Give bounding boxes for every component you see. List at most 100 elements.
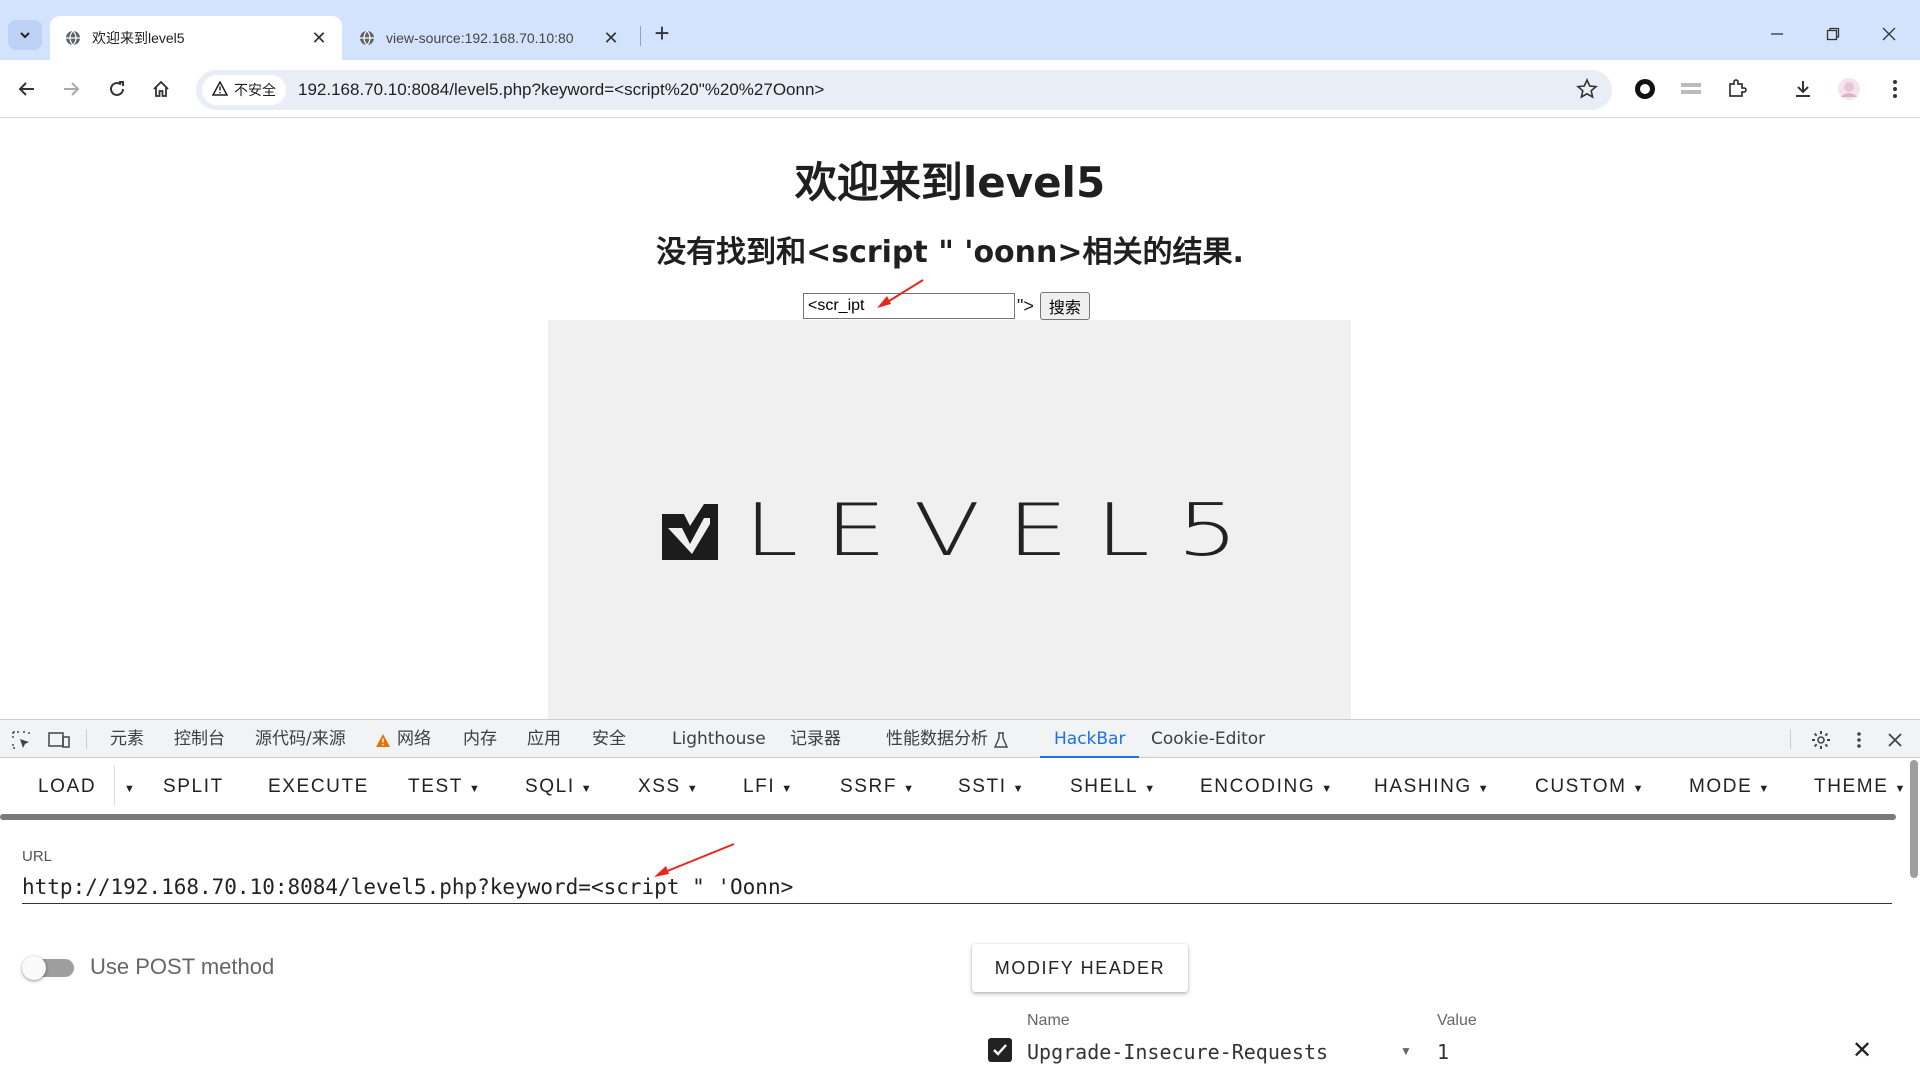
divider: [114, 766, 115, 806]
search-form: "> 搜索: [803, 291, 1090, 321]
hackbar-encoding-menu[interactable]: ENCODING ▼: [1200, 758, 1334, 814]
url-text[interactable]: 192.168.70.10:8084/level5.php?keyword=<s…: [298, 80, 824, 100]
menu-label: SHELL: [1070, 776, 1139, 797]
globe-icon: [64, 29, 82, 47]
caret-down-icon: ▼: [903, 783, 916, 795]
record-extension-icon[interactable]: [1630, 74, 1660, 104]
profile-avatar-icon[interactable]: [1834, 74, 1864, 104]
menu-label: TEST: [408, 776, 463, 797]
tab-network[interactable]: 网络: [397, 720, 431, 758]
tab-recorder[interactable]: 记录器: [790, 720, 841, 758]
reload-icon[interactable]: [100, 72, 134, 106]
download-icon[interactable]: [1788, 74, 1818, 104]
caret-down-icon: ▼: [1758, 783, 1771, 795]
menu-label: MODE: [1689, 776, 1753, 797]
menu-label: XSS: [638, 776, 681, 797]
tab-console[interactable]: 控制台: [174, 720, 225, 758]
caret-down-icon: ▼: [1477, 783, 1491, 795]
tab-hackbar[interactable]: HackBar: [1040, 720, 1140, 758]
settings-gear-icon[interactable]: [1810, 729, 1832, 751]
reflected-text: ">: [1017, 295, 1034, 316]
header-enabled-checkbox[interactable]: [988, 1038, 1012, 1062]
hackbar-execute-button[interactable]: EXECUTE: [268, 758, 369, 814]
hackbar-load-button[interactable]: LOAD: [38, 758, 96, 814]
caret-down-icon: ▼: [1321, 783, 1334, 795]
home-icon[interactable]: [144, 72, 178, 106]
caret-down-icon[interactable]: ▼: [1400, 1044, 1412, 1058]
page-title: 欢迎来到level5: [794, 158, 1106, 207]
hackbar-mode-menu[interactable]: MODE ▼: [1689, 758, 1771, 814]
close-tab-icon[interactable]: ✕: [602, 28, 620, 49]
tab-level5[interactable]: 欢迎来到level5 ✕: [50, 16, 342, 60]
header-value-input[interactable]: 1: [1437, 1040, 1449, 1064]
search-button[interactable]: 搜索: [1039, 292, 1090, 320]
caret-down-icon: ▼: [781, 783, 794, 795]
tab-view-source[interactable]: view-source:192.168.70.10:80 ✕: [344, 16, 634, 60]
hackbar-hashing-menu[interactable]: HASHING ▼: [1374, 758, 1490, 814]
menu-label: THEME: [1814, 776, 1889, 797]
menu-label: CUSTOM: [1535, 776, 1627, 797]
kebab-menu-icon[interactable]: [1880, 74, 1910, 104]
header-name-input[interactable]: Upgrade-Insecure-Requests: [1027, 1040, 1407, 1064]
flask-icon: [992, 729, 1010, 751]
new-tab-button[interactable]: +: [648, 20, 676, 48]
devtools-panel: 元素 控制台 源代码/来源 网络 内存 应用 安全 Lighthouse 记录器…: [0, 719, 1920, 1064]
hackbar-test-menu[interactable]: TEST ▼: [408, 758, 481, 814]
tab-sources[interactable]: 源代码/来源: [255, 720, 346, 758]
level5-logo-text: LEVEL5: [744, 488, 1266, 572]
extensions-puzzle-icon[interactable]: [1722, 74, 1752, 104]
hackbar-sqli-menu[interactable]: SQLI ▼: [525, 758, 593, 814]
post-method-toggle[interactable]: [22, 956, 74, 980]
hackbar-scrollbar[interactable]: [1910, 760, 1918, 878]
level5-logo-mark: [662, 504, 718, 560]
hackbar-ssrf-menu[interactable]: SSRF ▼: [840, 758, 916, 814]
hackbar-extension-icon[interactable]: [1676, 74, 1706, 104]
keyword-input[interactable]: [803, 293, 1015, 319]
level5-banner-image: LEVEL5: [548, 320, 1351, 719]
tab-separator: [640, 26, 641, 46]
checkmark-icon: [993, 1044, 1007, 1056]
restore-icon[interactable]: [1810, 18, 1856, 50]
caret-down-icon: ▼: [1012, 783, 1026, 795]
close-tab-icon[interactable]: ✕: [310, 28, 328, 49]
tab-security[interactable]: 安全: [592, 720, 626, 758]
devtools-menu-icon[interactable]: [1848, 729, 1870, 751]
address-bar[interactable]: 不安全 192.168.70.10:8084/level5.php?keywor…: [196, 70, 1612, 110]
hackbar-menu: LOAD ▼ SPLIT EXECUTE TEST ▼ SQLI ▼ XSS ▼ LF…: [0, 758, 1905, 814]
close-window-icon[interactable]: [1866, 18, 1912, 50]
security-chip[interactable]: 不安全: [202, 75, 286, 105]
tab-memory[interactable]: 内存: [463, 720, 497, 758]
forward-icon[interactable]: [54, 72, 88, 106]
bookmark-star-icon[interactable]: [1576, 78, 1598, 105]
hackbar-xss-menu[interactable]: XSS ▼: [638, 758, 699, 814]
hackbar-ssti-menu[interactable]: SSTI ▼: [958, 758, 1025, 814]
hackbar-shell-menu[interactable]: SHELL ▼: [1070, 758, 1157, 814]
hackbar-url-input[interactable]: http://192.168.70.10:8084/level5.php?key…: [22, 870, 1892, 904]
close-devtools-icon[interactable]: [1884, 729, 1906, 751]
inspect-element-icon[interactable]: [10, 729, 32, 751]
hackbar-lfi-menu[interactable]: LFI ▼: [743, 758, 794, 814]
minimize-icon[interactable]: [1754, 18, 1800, 50]
back-icon[interactable]: [10, 72, 44, 106]
post-method-label: Use POST method: [90, 954, 275, 979]
tab-lighthouse[interactable]: Lighthouse: [672, 720, 766, 758]
tab-application[interactable]: 应用: [527, 720, 561, 758]
hackbar-custom-menu[interactable]: CUSTOM ▼: [1535, 758, 1645, 814]
menu-label: HASHING: [1374, 776, 1472, 797]
menu-label: LFI: [743, 776, 776, 797]
hackbar-split-button[interactable]: SPLIT: [163, 758, 224, 814]
device-toolbar-icon[interactable]: [48, 729, 70, 751]
divider: [86, 729, 87, 749]
tab-strip: 欢迎来到level5 ✕ view-source:192.168.70.10:8…: [0, 0, 1920, 60]
tab-search-button[interactable]: [8, 20, 42, 50]
tab-cookie-editor[interactable]: Cookie-Editor: [1151, 720, 1265, 758]
load-dropdown-caret[interactable]: ▼: [118, 758, 137, 814]
tab-elements[interactable]: 元素: [110, 720, 144, 758]
modify-header-button[interactable]: MODIFY HEADER: [972, 944, 1188, 992]
hackbar-theme-menu[interactable]: THEME ▼: [1814, 758, 1907, 814]
delete-header-icon[interactable]: ✕: [1852, 1036, 1872, 1065]
url-field-label: URL: [22, 848, 53, 865]
caret-down-icon: ▼: [580, 783, 594, 795]
tab-performance-insights[interactable]: 性能数据分析: [886, 720, 988, 758]
globe-icon: [358, 29, 376, 47]
